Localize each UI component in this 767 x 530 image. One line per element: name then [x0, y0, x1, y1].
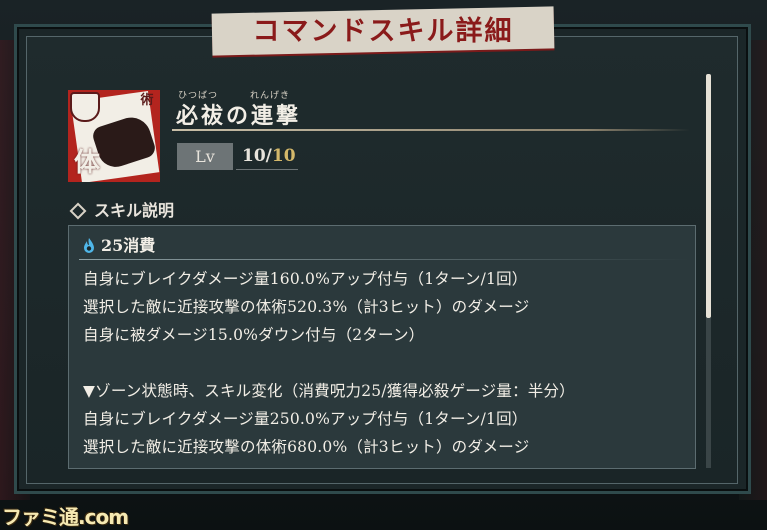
skill-type-kanji: 体 — [73, 148, 100, 178]
cost-text: 25消費 — [101, 236, 156, 255]
description-line: 自身にブレイクダメージ量250.0%アップ付与（1ターン/1回） — [83, 410, 528, 428]
level-value: 10/10 — [242, 143, 296, 170]
skill-corner-kanji: 術 — [140, 93, 154, 108]
skill-name-divider — [172, 129, 690, 131]
dialog-title: コマンドスキル詳細 — [252, 16, 514, 47]
skill-name: 必祓の連撃 — [176, 103, 302, 129]
level-current: 10 — [242, 146, 266, 166]
skill-description-box[interactable]: 25消費 自身にブレイクダメージ量160.0%アップ付与（1ターン/1回） 選択… — [68, 225, 696, 469]
level-label: Lv — [177, 143, 233, 170]
diamond-icon — [69, 202, 87, 219]
section-title: スキル説明 — [94, 201, 175, 220]
cost-divider — [79, 259, 689, 260]
description-line: 自身に被ダメージ15.0%ダウン付与（2ターン） — [83, 326, 425, 344]
description-line: 選択した敵に近接攻撃の体術520.3%（計3ヒット）のダメージ — [83, 298, 530, 316]
level-underline — [236, 169, 298, 170]
scrollbar-track[interactable] — [706, 318, 711, 468]
skill-icon: 体 術 — [68, 90, 160, 182]
description-line: 自身にブレイクダメージ量160.0%アップ付与（1ターン/1回） — [83, 270, 528, 288]
watermark-logo: ファミ通.com — [2, 505, 129, 529]
level-max: 10 — [271, 146, 296, 166]
scrollbar-thumb[interactable] — [706, 74, 711, 318]
description-line: 選択した敵に近接攻撃の体術680.0%（計3ヒット）のダメージ — [83, 438, 530, 456]
cursed-energy-icon — [84, 238, 94, 253]
description-line: ▼ゾーン状態時、スキル変化（消費呪力25/獲得必殺ゲージ量：半分） — [83, 382, 575, 400]
cost-row: 25消費 — [83, 234, 155, 258]
shield-icon — [70, 92, 100, 122]
section-heading: スキル説明 — [68, 200, 174, 222]
